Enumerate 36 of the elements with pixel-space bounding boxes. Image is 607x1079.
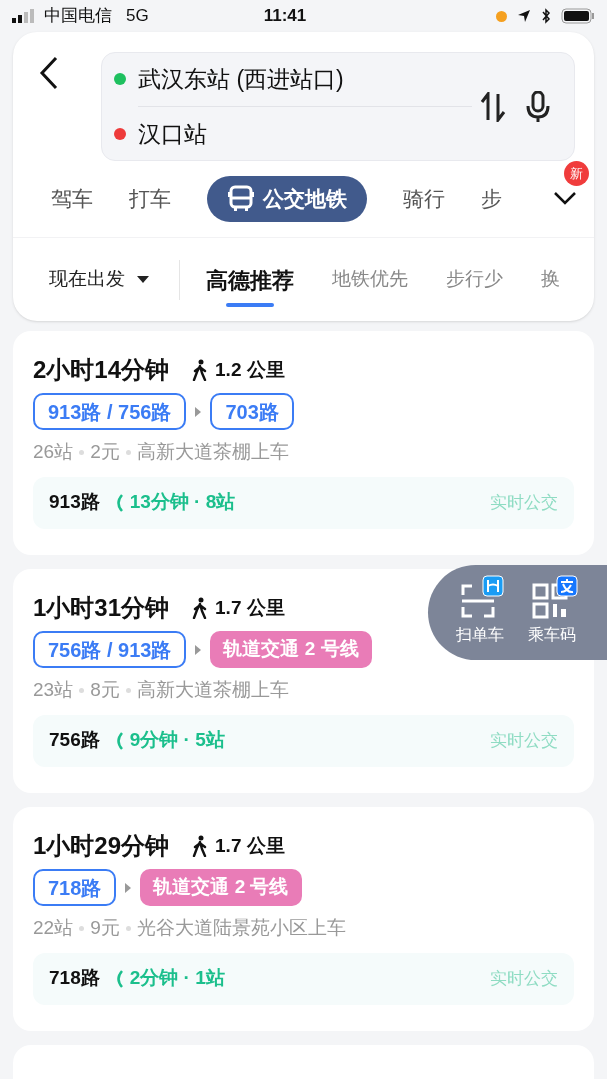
network-type: 5G [126,5,149,28]
route-duration: 1小时31分钟 [33,593,170,623]
bus-line-tag: 756路 / 913路 [33,631,187,668]
clock: 11:41 [263,5,307,28]
route-detail: 9元 [90,916,120,940]
route-detail: 23站 [33,678,74,702]
walk-distance: 1.7 公里 [215,595,285,620]
route-duration: 1小时29分钟 [33,831,170,861]
bus-line-tag: 703路 [210,393,294,430]
realtime-label: 实时公交 [490,491,558,514]
metro-line-tag: 轨道交通 2 号线 [210,631,372,668]
walk-distance: 1.7 公里 [215,833,285,858]
origin-text: 武汉东站 (西进站口) [138,64,345,94]
route-duration: 2小时14分钟 [33,355,170,385]
metro-line-tag: 轨道交通 2 号线 [140,869,302,906]
route-detail: 26站 [33,440,74,464]
bus-line-tag: 718路 [33,869,117,906]
route-detail: 高新大道茶棚上车 [136,440,289,464]
arrival-info: 13分钟 · 8站 [129,490,236,515]
realtime-label: 实时公交 [490,967,558,990]
arrival-info: 9分钟 · 5站 [129,728,225,753]
destination-text: 汉口站 [138,119,207,149]
route-detail: 光谷大道陆景苑小区上车 [136,916,346,940]
carrier-name: 中国电信 [44,5,112,28]
new-badge: 新 [564,161,589,186]
route-detail: 2元 [90,440,120,464]
realtime-label: 实时公交 [490,729,558,752]
route-detail: 高新大道茶棚上车 [136,678,289,702]
route-detail: 22站 [33,916,74,940]
bus-route: 913路 [49,490,100,515]
route-detail: 8元 [90,678,120,702]
bus-line-tag: 913路 / 756路 [33,393,187,430]
arrival-info: 2分钟 · 1站 [129,966,225,991]
bus-route: 718路 [49,966,100,991]
bus-route: 756路 [49,728,100,753]
walk-distance: 1.2 公里 [215,357,285,382]
